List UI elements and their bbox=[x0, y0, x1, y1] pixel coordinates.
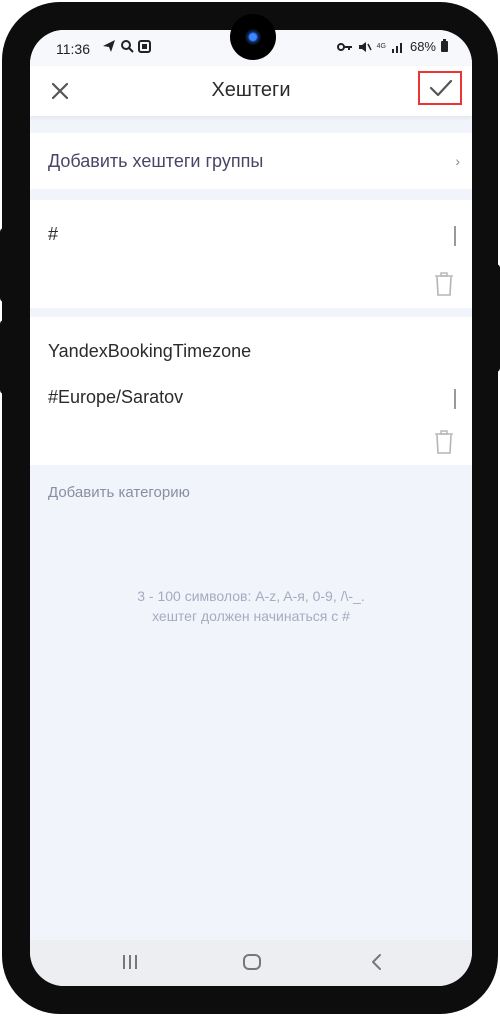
key-icon bbox=[336, 42, 352, 51]
hint-line-1: 3 - 100 символов: A-z, A-я, 0-9, /\-_. bbox=[137, 588, 365, 604]
drag-handle[interactable] bbox=[454, 226, 456, 246]
recent-apps-button[interactable] bbox=[120, 951, 140, 978]
add-group-hashtags-label: Добавить хештеги группы bbox=[48, 151, 264, 171]
hashtag-card: YandexBookingTimezone #Europe/Saratov bbox=[30, 317, 472, 465]
home-icon bbox=[243, 954, 261, 970]
hashtag-name-input[interactable]: YandexBookingTimezone bbox=[48, 341, 251, 362]
add-group-hashtags-row[interactable]: Добавить хештеги группы › bbox=[30, 133, 472, 189]
volume-down-button bbox=[0, 320, 10, 394]
trash-icon bbox=[435, 272, 453, 296]
hint-text: 3 - 100 символов: A-z, A-я, 0-9, /\-_. х… bbox=[30, 586, 472, 626]
back-icon bbox=[372, 954, 381, 970]
hashtag-value-input[interactable]: # bbox=[48, 224, 58, 245]
delete-button[interactable] bbox=[434, 430, 454, 454]
page-title: Хештеги bbox=[211, 79, 291, 101]
drag-handle[interactable] bbox=[454, 389, 456, 409]
battery-icon bbox=[441, 39, 448, 52]
mute-icon bbox=[358, 41, 372, 52]
battery-percent: 68% bbox=[409, 39, 436, 54]
front-camera bbox=[230, 14, 276, 60]
system-nav-bar bbox=[30, 940, 472, 986]
signal-icon bbox=[391, 42, 402, 53]
status-time: 11:36 bbox=[56, 41, 90, 57]
search-icon bbox=[121, 40, 134, 53]
confirm-button[interactable] bbox=[418, 71, 462, 105]
app-header: Хештеги bbox=[30, 66, 472, 116]
camera-lens-icon bbox=[245, 29, 261, 45]
checkmark-icon bbox=[429, 79, 453, 97]
hint-line-2: хештег должен начинаться с # bbox=[152, 608, 350, 624]
status-right-icons: 4G 68% bbox=[336, 39, 448, 54]
chevron-right-icon: › bbox=[455, 153, 460, 169]
status-left-icons bbox=[102, 39, 151, 53]
telegram-icon bbox=[103, 40, 115, 52]
add-category-button[interactable]: Добавить категорию bbox=[48, 484, 190, 501]
volume-up-button bbox=[0, 228, 10, 302]
power-button bbox=[490, 264, 500, 372]
network-4g-icon: 4G bbox=[376, 43, 386, 50]
back-button[interactable] bbox=[367, 951, 387, 978]
screen: 11:36 4G 68% Хештеги Добавить хештеги гр… bbox=[30, 30, 472, 986]
recent-apps-icon bbox=[123, 955, 137, 969]
delete-button[interactable] bbox=[434, 272, 454, 296]
home-button[interactable] bbox=[241, 951, 263, 978]
trash-icon bbox=[435, 430, 453, 454]
hashtag-card: # bbox=[30, 200, 472, 308]
screenshot-icon bbox=[138, 39, 151, 53]
hashtag-value-input[interactable]: #Europe/Saratov bbox=[48, 387, 183, 408]
